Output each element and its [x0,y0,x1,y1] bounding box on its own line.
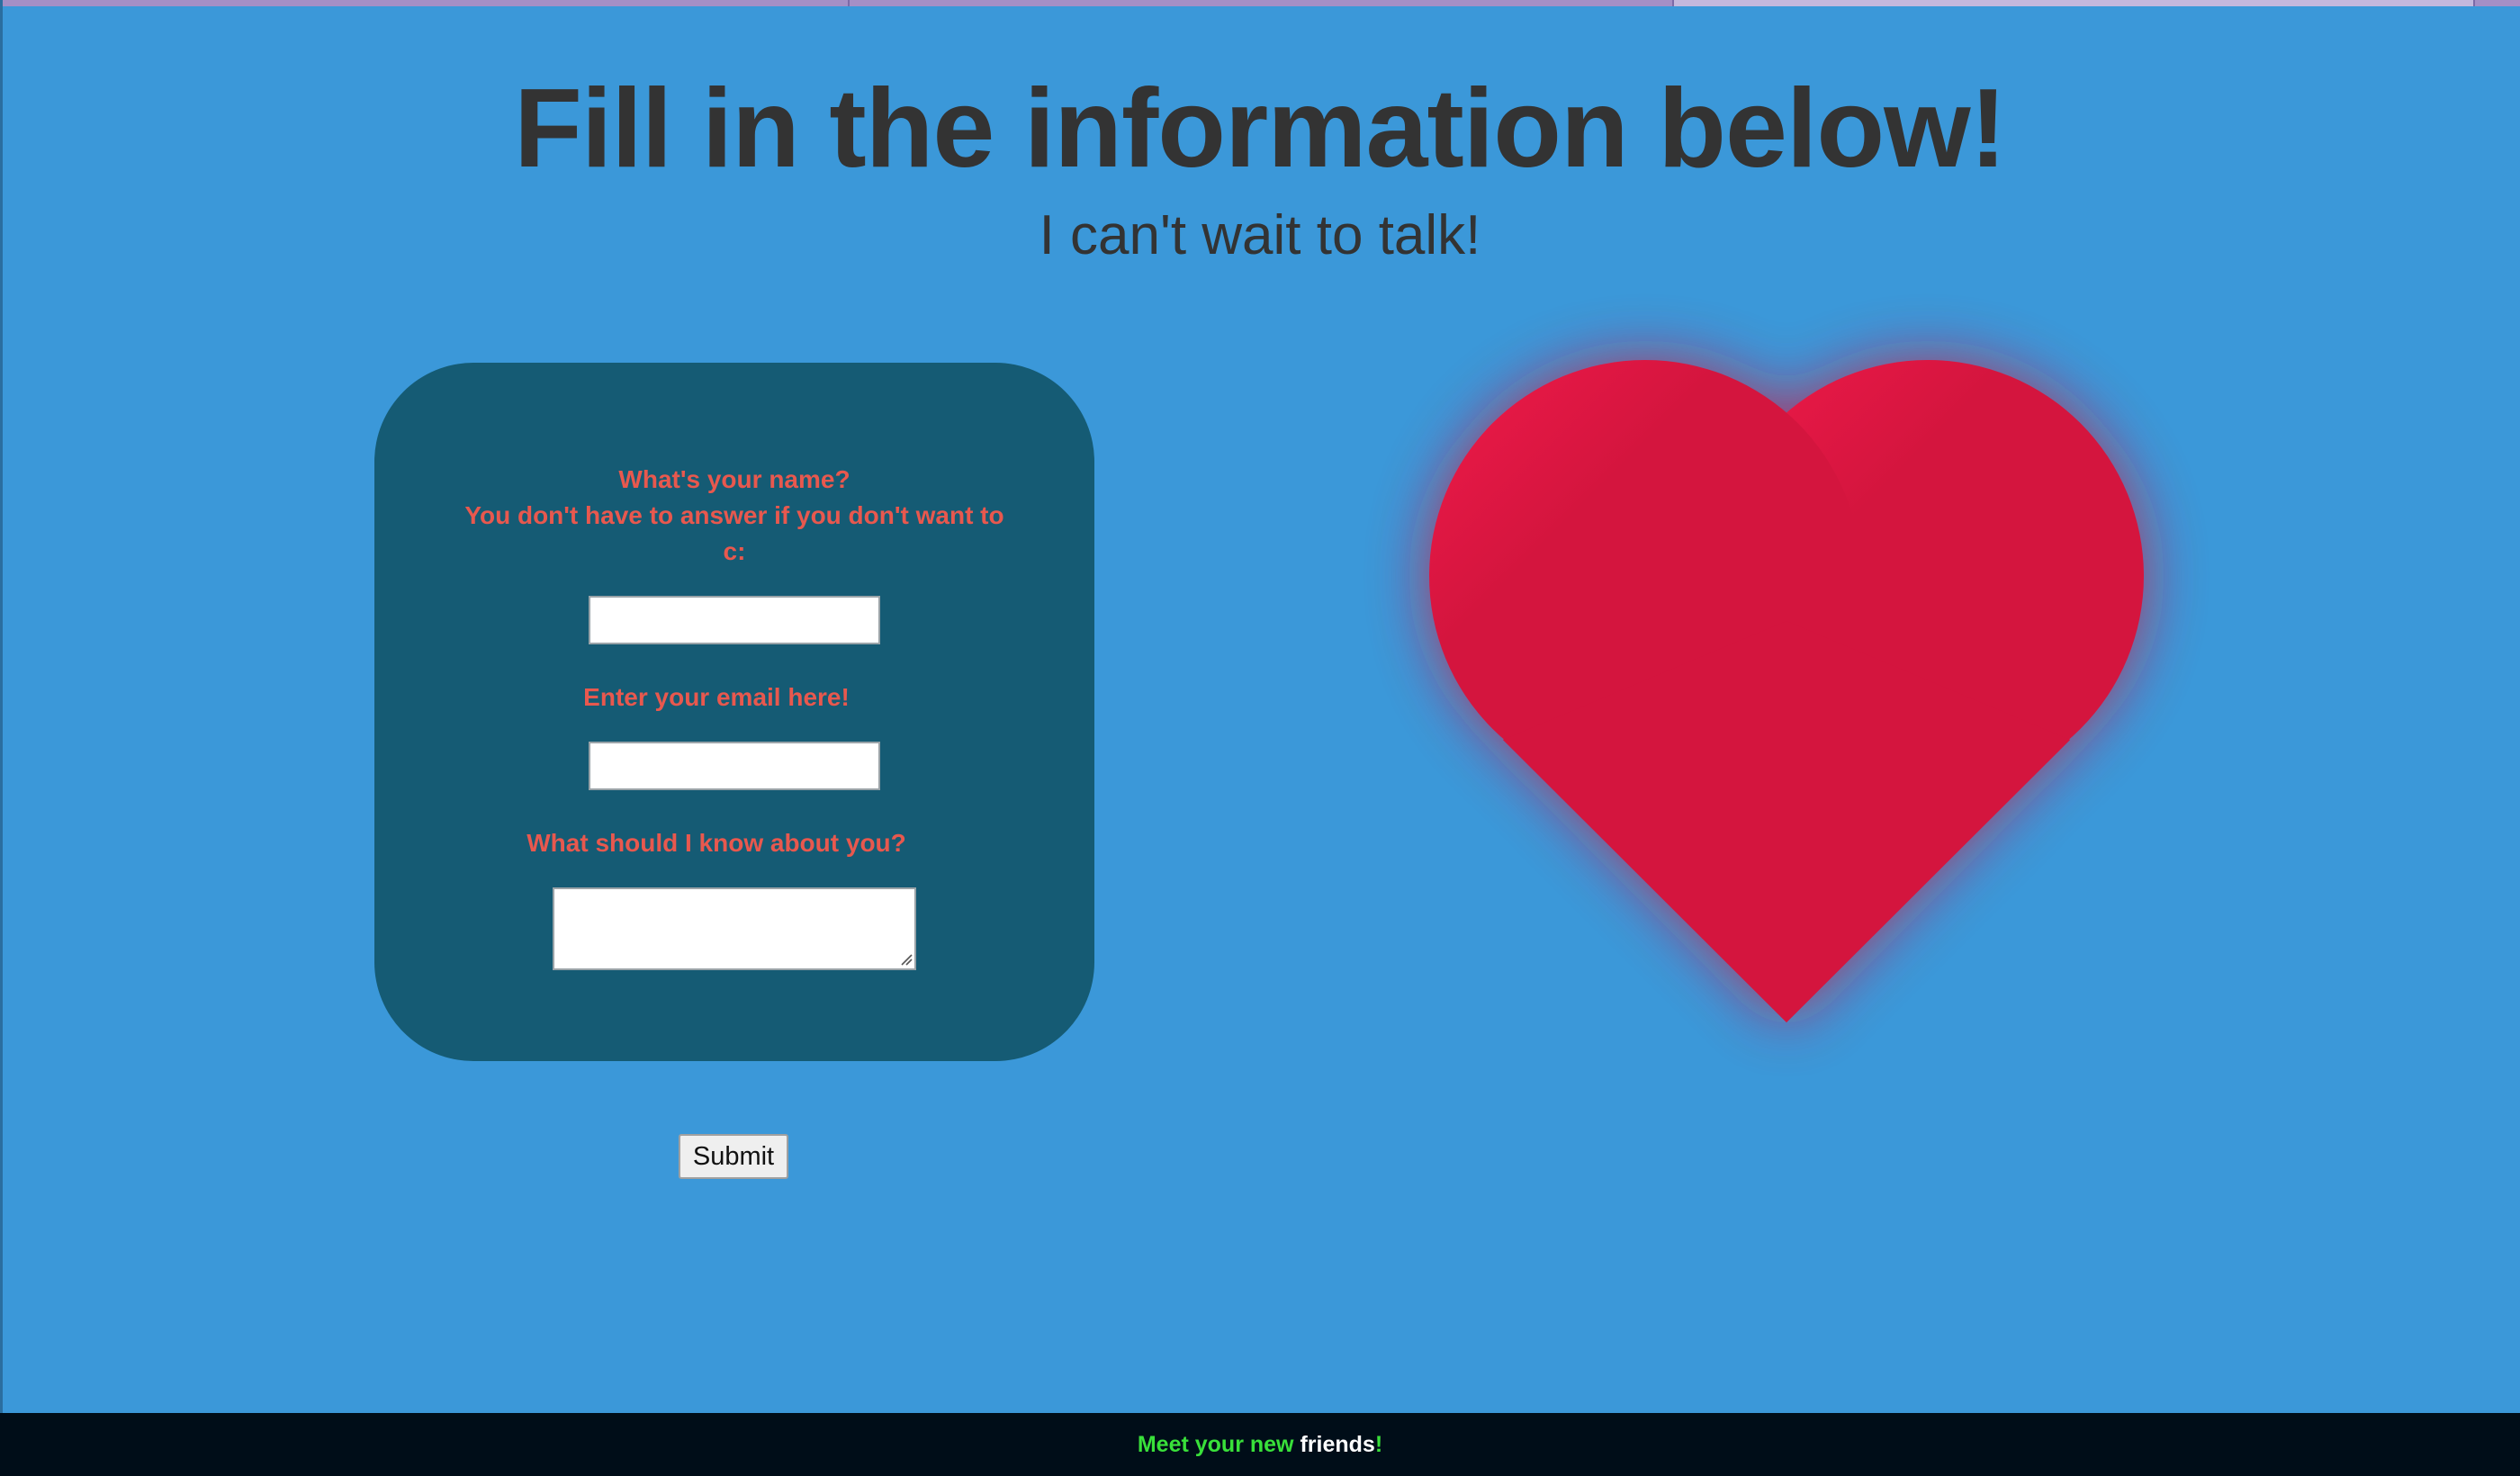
submit-button[interactable]: Submit [679,1134,788,1179]
footer: Meet your new friends! [0,1413,2520,1476]
tab-segment [850,0,1674,6]
footer-text-part3: ! [1374,1432,1383,1457]
email-question: Enter your email here! [583,683,850,711]
tab-segment [1674,0,2475,6]
browser-tab-strip [0,0,2520,6]
email-input[interactable] [589,742,880,790]
tab-segment [0,0,850,6]
page-title: Fill in the information below! [514,67,2007,191]
contact-form-card: What's your name? You don't have to answ… [374,363,1094,1061]
about-question: What should I know about you? [526,829,906,857]
name-input[interactable] [589,596,880,644]
name-question: What's your name? You don't have to answ… [464,462,1004,570]
name-question-line1: What's your name? [618,465,850,493]
heart-icon [1429,360,2144,1022]
resize-grip-icon[interactable] [900,953,913,966]
name-question-line2: You don't have to answer if you don't wa… [464,501,1004,565]
footer-text-part2: friends [1300,1432,1375,1457]
footer-text-part1: Meet your new [1137,1432,1294,1457]
page-subtitle: I can't wait to talk! [1039,204,1481,266]
about-textarea[interactable] [553,887,916,970]
